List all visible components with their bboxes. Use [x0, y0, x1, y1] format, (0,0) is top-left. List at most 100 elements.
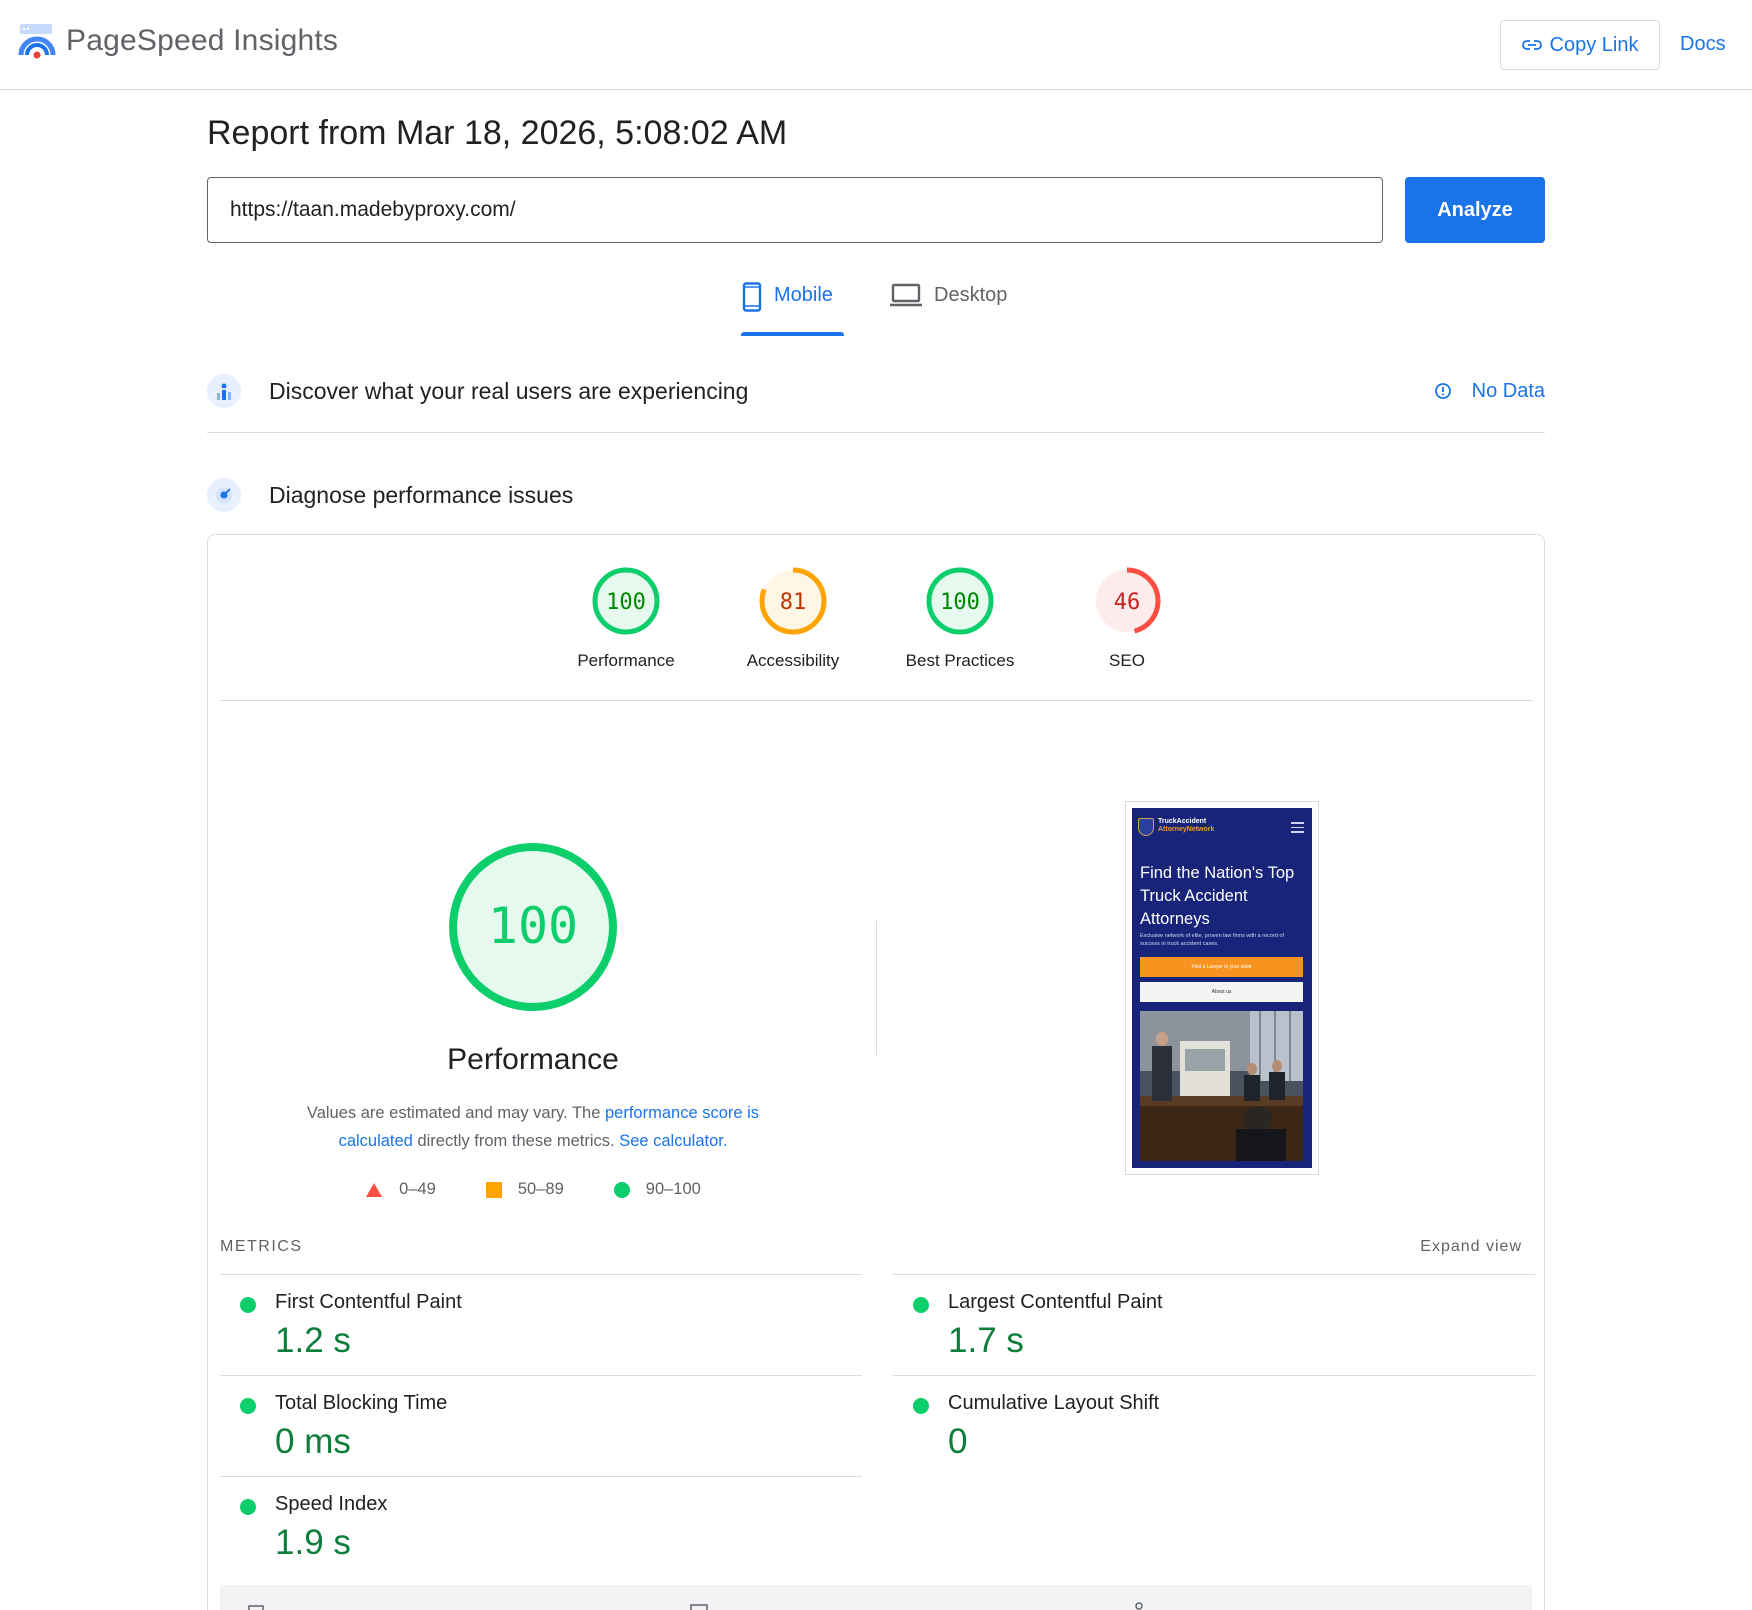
pagespeed-logo-icon	[18, 24, 56, 59]
url-input[interactable]	[207, 177, 1383, 243]
gauge-accessibility-score: 81	[780, 590, 807, 615]
docs-link[interactable]: Docs	[1680, 33, 1726, 56]
metric-first-contentful-paint[interactable]: First Contentful Paint 1.2 s	[220, 1274, 862, 1375]
tab-mobile-label: Mobile	[774, 284, 833, 306]
users-chart-icon	[207, 374, 241, 408]
metric-title: Speed Index	[275, 1493, 388, 1515]
gauge-seo-label: SEO	[1109, 651, 1145, 670]
no-data-label: No Data	[1471, 379, 1545, 402]
gauge-performance-ring: 100	[592, 567, 660, 635]
tab-mobile[interactable]: Mobile	[742, 282, 833, 336]
screenshot-subtext: Exclusive network of elite, proven law f…	[1140, 933, 1284, 947]
legend-average: 50–89	[485, 1180, 564, 1199]
gauge-performance-label: Performance	[577, 651, 675, 670]
category-gauges: 100 Performance 81 Accessibility 100 Bes…	[208, 565, 1546, 670]
app-title: PageSpeed Insights	[66, 24, 339, 57]
hamburger-menu-icon	[1291, 822, 1304, 836]
square-icon	[485, 1181, 502, 1198]
metric-title: Cumulative Layout Shift	[948, 1392, 1160, 1414]
screenshot-brand-line2: AttorneyNetwork	[1158, 826, 1215, 833]
circle-icon	[613, 1181, 630, 1198]
gauge-seo-ring: 46	[1093, 567, 1161, 635]
pass-indicator-icon	[240, 1499, 256, 1515]
legend-pass-range: 90–100	[645, 1180, 701, 1198]
calendar-icon	[248, 1605, 264, 1610]
pass-indicator-icon	[240, 1297, 256, 1313]
expand-view-toggle[interactable]: Expand view	[1420, 1238, 1522, 1256]
performance-main-gauge: 100	[449, 843, 617, 1011]
gauge-accessibility-ring: 81	[759, 567, 827, 635]
performance-main-label: Performance	[447, 1043, 619, 1076]
metric-value: 1.2 s	[275, 1321, 351, 1360]
metric-title: Largest Contentful Paint	[948, 1291, 1163, 1313]
gauge-best-practices[interactable]: 100 Best Practices	[880, 565, 1040, 671]
gauge-seo-score: 46	[1114, 590, 1141, 615]
gauge-accessibility-label: Accessibility	[746, 651, 840, 670]
metric-speed-index[interactable]: Speed Index 1.9 s	[220, 1476, 862, 1577]
copy-link-button[interactable]: Copy Link	[1500, 20, 1660, 70]
gauge-performance[interactable]: 100 Performance	[546, 565, 706, 671]
screenshot-brand: TruckAccident AttorneyNetwork	[1158, 818, 1214, 834]
final-screenshot[interactable]: TruckAccident AttorneyNetwork Find the N…	[1125, 801, 1319, 1175]
metric-cumulative-layout-shift[interactable]: Cumulative Layout Shift 0	[893, 1375, 1535, 1476]
lab-data-section: Diagnose performance issues	[207, 477, 1545, 513]
copy-link-label: Copy Link	[1549, 33, 1639, 56]
gauge-accessibility[interactable]: 81 Accessibility	[713, 565, 873, 671]
link-icon	[1521, 40, 1542, 50]
screenshot-about-button: About us	[1140, 982, 1303, 1002]
info-icon	[1434, 383, 1451, 399]
tab-desktop-label: Desktop	[934, 284, 1008, 306]
analyze-button[interactable]: Analyze	[1405, 177, 1545, 243]
screenshot-brand-line1: TruckAccident	[1158, 818, 1207, 825]
user-icon	[1135, 1602, 1143, 1610]
field-data-section: Discover what your real users are experi…	[207, 373, 1545, 409]
gauge-best-practices-score: 100	[940, 590, 980, 615]
triangle-icon	[366, 1182, 383, 1197]
section-divider	[207, 432, 1545, 433]
pass-indicator-icon	[240, 1398, 256, 1414]
metric-value: 1.7 s	[948, 1321, 1024, 1360]
tab-desktop[interactable]: Desktop	[890, 283, 1008, 336]
metrics-heading: METRICS	[220, 1238, 303, 1255]
screenshot-page: TruckAccident AttorneyNetwork Find the N…	[1132, 808, 1312, 1168]
no-data-status[interactable]: No Data	[1434, 380, 1545, 403]
performance-main-score: 100	[488, 897, 578, 955]
gauge-best-practices-label: Best Practices	[905, 651, 1015, 670]
lab-data-title: Diagnose performance issues	[269, 481, 574, 508]
legend-average-range: 50–89	[517, 1180, 564, 1198]
metric-total-blocking-time[interactable]: Total Blocking Time 0 ms	[220, 1375, 862, 1476]
runtime-settings-strip	[220, 1585, 1532, 1610]
brand[interactable]: PageSpeed Insights	[18, 22, 338, 60]
vertical-separator	[876, 921, 877, 1055]
gauge-best-practices-ring: 100	[926, 567, 994, 635]
laptop-icon	[890, 283, 922, 307]
metric-title: First Contentful Paint	[275, 1291, 462, 1313]
gauges-divider	[221, 700, 1533, 701]
courtroom-photo	[1140, 1011, 1303, 1161]
metric-value: 0 ms	[275, 1422, 351, 1461]
score-legend: 0–49 50–89 90–100	[208, 1180, 858, 1199]
gauge-seo[interactable]: 46 SEO	[1047, 565, 1207, 671]
screenshot-cta-button: Find a Lawyer in your state	[1140, 957, 1303, 977]
device-icon	[690, 1604, 708, 1610]
see-calculator-link[interactable]: See calculator.	[619, 1132, 727, 1150]
performance-desc-prefix: Values are estimated and may vary. The	[306, 1104, 605, 1122]
report-card: 100 Performance 81 Accessibility 100 Bes…	[207, 534, 1545, 1610]
legend-pass: 90–100	[613, 1180, 701, 1199]
performance-description: Values are estimated and may vary. The p…	[268, 1099, 798, 1155]
pass-indicator-icon	[913, 1398, 929, 1414]
metric-largest-contentful-paint[interactable]: Largest Contentful Paint 1.7 s	[893, 1274, 1535, 1375]
gauge-performance-score: 100	[606, 590, 646, 615]
target-icon	[207, 478, 241, 512]
legend-fail-range: 0–49	[399, 1180, 436, 1198]
shield-logo-icon	[1138, 818, 1154, 836]
report-title: Report from Mar 18, 2026, 5:08:02 AM	[207, 114, 788, 152]
performance-desc-middle: directly from these metrics.	[412, 1132, 620, 1150]
pass-indicator-icon	[913, 1297, 929, 1313]
top-bar: PageSpeed Insights Copy Link Docs	[0, 0, 1752, 90]
field-data-title: Discover what your real users are experi…	[269, 377, 749, 404]
metric-value: 0	[948, 1422, 968, 1461]
tab-selected-indicator	[741, 332, 844, 336]
metric-value: 1.9 s	[275, 1523, 351, 1562]
phone-icon	[742, 282, 762, 312]
